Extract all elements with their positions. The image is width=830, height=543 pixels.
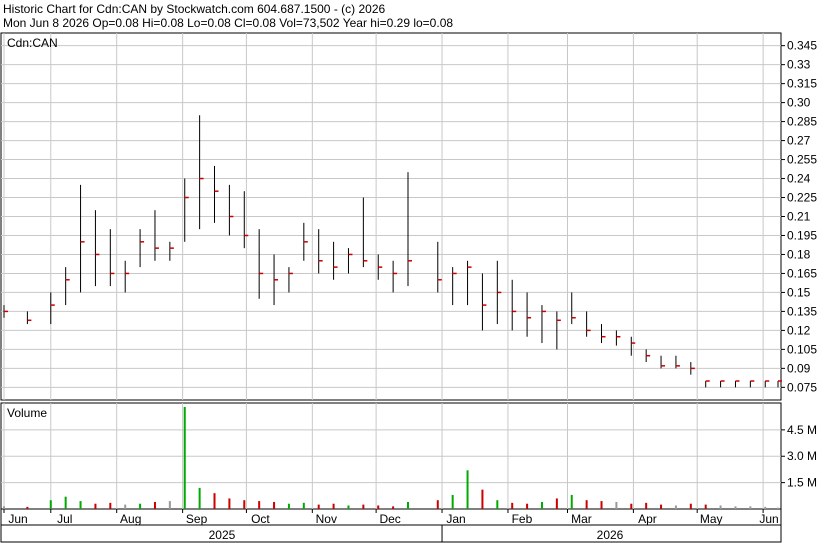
volume-bar bbox=[600, 501, 603, 509]
price-tick-label: 0.105 bbox=[787, 342, 817, 356]
month-label: Nov bbox=[316, 512, 337, 526]
price-tick-label: 0.195 bbox=[787, 228, 817, 242]
volume-bar bbox=[139, 503, 142, 509]
month-label: Dec bbox=[379, 512, 400, 526]
month-label: Oct bbox=[251, 512, 270, 526]
price-tick-label: 0.315 bbox=[787, 77, 817, 91]
price-tick-label: 0.18 bbox=[787, 247, 811, 261]
price-tick-label: 0.15 bbox=[787, 285, 811, 299]
volume-bar bbox=[332, 503, 335, 509]
price-tick-label: 0.255 bbox=[787, 153, 817, 167]
volume-bar bbox=[777, 507, 779, 509]
volume-panel-title: Volume bbox=[7, 406, 47, 420]
volume-bar bbox=[749, 506, 752, 509]
price-tick-label: 0.12 bbox=[787, 323, 811, 337]
volume-bar bbox=[3, 506, 5, 509]
volume-bar bbox=[347, 505, 350, 509]
price-tick-label: 0.285 bbox=[787, 115, 817, 129]
volume-bar bbox=[168, 501, 171, 509]
volume-bar bbox=[183, 407, 186, 509]
price-tick-label: 0.135 bbox=[787, 304, 817, 318]
volume-bar bbox=[689, 503, 692, 509]
volume-bar bbox=[481, 489, 484, 509]
price-tick-label: 0.33 bbox=[787, 58, 811, 72]
month-label: Jun bbox=[8, 512, 27, 526]
volume-bar bbox=[764, 506, 767, 509]
volume-bar bbox=[570, 494, 573, 509]
volume-bar bbox=[436, 500, 439, 509]
month-label: Feb bbox=[512, 512, 533, 526]
volume-bar bbox=[49, 500, 52, 509]
volume-bar bbox=[258, 501, 261, 509]
volume-bar bbox=[719, 505, 722, 509]
volume-bar bbox=[645, 502, 648, 509]
price-tick-label: 0.345 bbox=[787, 39, 817, 53]
price-tick-label: 0.09 bbox=[787, 361, 811, 375]
volume-bar bbox=[630, 503, 633, 509]
volume-bar bbox=[377, 505, 380, 509]
volume-tick-label: 3.0 M bbox=[787, 449, 817, 463]
volume-bar bbox=[660, 504, 663, 509]
price-tick-label: 0.075 bbox=[787, 380, 817, 394]
volume-bar bbox=[585, 500, 588, 509]
volume-bar bbox=[153, 501, 156, 509]
month-label: Sep bbox=[186, 512, 208, 526]
volume-bar bbox=[64, 496, 67, 509]
volume-bar bbox=[362, 504, 365, 509]
volume-bar bbox=[407, 501, 410, 509]
volume-bar bbox=[317, 504, 320, 509]
month-label: Aug bbox=[120, 512, 141, 526]
volume-bar bbox=[302, 502, 305, 509]
volume-bar bbox=[496, 500, 499, 509]
volume-tick-label: 1.5 M bbox=[787, 476, 817, 490]
price-volume-chart: 0.345 0.33 0.315 0.30 0.285 0.27 0.255 0.24 0.22… bbox=[0, 32, 817, 543]
volume-bar bbox=[540, 501, 543, 509]
price-tick-label: 0.21 bbox=[787, 210, 811, 224]
volume-bar bbox=[674, 505, 677, 509]
volume-bar bbox=[511, 502, 514, 509]
volume-bar bbox=[704, 504, 707, 509]
volume-tick-label: 4.5 M bbox=[787, 423, 817, 437]
month-label: Jul bbox=[57, 512, 72, 526]
price-panel-title: Cdn:CAN bbox=[7, 36, 58, 50]
volume-bar bbox=[287, 503, 290, 509]
volume-bar bbox=[466, 470, 469, 509]
volume-bar bbox=[213, 493, 216, 509]
volume-bar bbox=[94, 503, 97, 509]
volume-bar bbox=[243, 500, 246, 509]
month-label: May bbox=[700, 512, 723, 526]
volume-bar bbox=[615, 501, 618, 509]
price-tick-label: 0.165 bbox=[787, 266, 817, 280]
price-tick-label: 0.225 bbox=[787, 191, 817, 205]
volume-bar bbox=[734, 506, 737, 509]
volume-bar bbox=[198, 487, 201, 509]
volume-bar bbox=[79, 501, 82, 509]
month-label: Mar bbox=[571, 512, 592, 526]
volume-bar bbox=[555, 498, 558, 509]
price-tick-label: 0.24 bbox=[787, 172, 811, 186]
month-label: Apr bbox=[638, 512, 657, 526]
year-label: 2025 bbox=[209, 528, 236, 542]
volume-bar bbox=[26, 506, 29, 509]
volume-bar bbox=[273, 501, 276, 509]
year-axis-band bbox=[0, 524, 782, 543]
month-label: Jun bbox=[759, 512, 778, 526]
price-tick-label: 0.30 bbox=[787, 96, 811, 110]
volume-bar bbox=[526, 503, 529, 509]
price-tick-label: 0.27 bbox=[787, 134, 811, 148]
volume-bar bbox=[451, 494, 454, 509]
month-label: Jan bbox=[446, 512, 465, 526]
volume-bar bbox=[109, 502, 112, 509]
volume-bar bbox=[392, 506, 395, 509]
volume-bar bbox=[228, 498, 231, 509]
year-label: 2026 bbox=[597, 528, 624, 542]
volume-bar bbox=[124, 504, 127, 509]
